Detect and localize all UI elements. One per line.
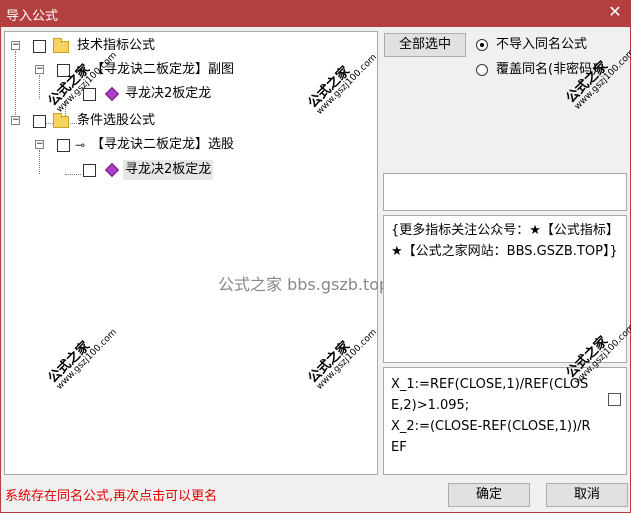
formula-tree[interactable]: − 技术指标公式 − ⊸ 【寻龙诀二板定龙】副图 寻龙决2板定龙 − 条件选股公… xyxy=(4,31,380,475)
option-checkbox[interactable] xyxy=(608,393,621,406)
radio-no-import-label: 不导入同名公式 xyxy=(496,37,588,52)
collapse-toggle-icon[interactable]: − xyxy=(35,65,44,74)
description-panel: {更多指标关注公众号：★【公式指标】★【公式之家网站：BBS.GSZB.TOP】… xyxy=(383,215,627,363)
tree-node-indicator-item[interactable]: 寻龙决2板定龙 xyxy=(9,84,249,104)
dialog-body: − 技术指标公式 − ⊸ 【寻龙诀二板定龙】副图 寻龙决2板定龙 − 条件选股公… xyxy=(0,27,631,513)
item-label: 寻龙决2板定龙 xyxy=(123,160,214,180)
code-text: X_1:=REF(CLOSE,1)/REF(CLOSE,2)>1.095; X_… xyxy=(391,377,591,455)
collapse-toggle-icon[interactable]: − xyxy=(11,116,20,125)
title-bar: 导入公式 ✕ xyxy=(0,0,631,27)
group-checkbox[interactable] xyxy=(33,40,46,53)
watermark: 公式之家 www.gszj100.com xyxy=(305,327,380,392)
select-all-button[interactable]: 全部选中 xyxy=(384,33,466,57)
item-checkbox[interactable] xyxy=(83,164,96,177)
folder-icon xyxy=(53,38,69,53)
tree-node-indicator-formula[interactable]: − ⊸ 【寻龙诀二板定龙】副图 xyxy=(9,60,289,80)
folder-icon xyxy=(53,113,69,128)
radio-unselected-icon[interactable] xyxy=(476,64,488,76)
collapse-toggle-icon[interactable]: − xyxy=(35,140,44,149)
tree-node-stock-selection[interactable]: − 条件选股公式 xyxy=(9,111,209,131)
collapse-toggle-icon[interactable]: − xyxy=(11,41,20,50)
formula-gem-icon xyxy=(104,86,120,102)
tree-node-selection-formula[interactable]: − ⊸ 【寻龙诀二板定龙】选股 xyxy=(9,135,289,155)
group-label: 条件选股公式 xyxy=(77,113,156,128)
watermark: 公式之家 www.gszj100.com xyxy=(45,327,120,392)
tree-node-selection-item[interactable]: 寻龙决2板定龙 xyxy=(9,160,249,180)
formula-key-icon: ⊸ xyxy=(75,138,86,152)
center-watermark: 公式之家 bbs.gszb.top xyxy=(218,275,390,294)
watermark: 公式之家 www.gszj100.com xyxy=(305,52,380,117)
group-label: 技术指标公式 xyxy=(77,38,156,53)
status-message: 系统存在同名公式,再次点击可以更名 xyxy=(5,489,218,504)
radio-selected-icon[interactable] xyxy=(476,39,488,51)
radio-no-import[interactable]: 不导入同名公式 xyxy=(474,35,626,55)
formula-name-field[interactable] xyxy=(383,173,627,211)
close-icon[interactable]: ✕ xyxy=(607,3,623,21)
cancel-button[interactable]: 取消 xyxy=(546,483,628,507)
formula-checkbox[interactable] xyxy=(57,139,70,152)
group-checkbox[interactable] xyxy=(33,115,46,128)
description-text: {更多指标关注公众号：★【公式指标】★【公式之家网站：BBS.GSZB.TOP】… xyxy=(391,223,619,259)
formula-label: 【寻龙诀二板定龙】选股 xyxy=(91,137,235,152)
window-title: 导入公式 xyxy=(6,9,59,24)
ok-button[interactable]: 确定 xyxy=(448,483,530,507)
item-label: 寻龙决2板定龙 xyxy=(125,86,212,101)
code-panel: X_1:=REF(CLOSE,1)/REF(CLOSE,2)>1.095; X_… xyxy=(383,367,627,475)
formula-gem-icon xyxy=(104,162,120,178)
